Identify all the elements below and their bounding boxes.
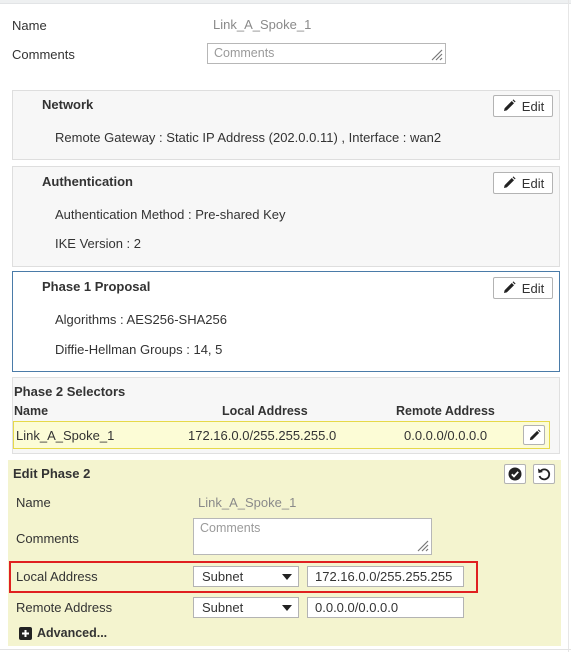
pencil-icon [503, 176, 516, 188]
network-edit-button[interactable]: Edit [493, 95, 553, 117]
undo-icon [538, 468, 551, 481]
chevron-down-icon [282, 574, 292, 580]
bottom-divider [0, 649, 571, 650]
pencil-icon [503, 281, 516, 293]
dh-groups: Diffie-Hellman Groups : 14, 5 [55, 342, 223, 357]
remote-address-type-select[interactable]: Subnet [193, 597, 299, 618]
algorithms: Algorithms : AES256-SHA256 [55, 312, 227, 327]
network-edit-label: Edit [521, 98, 545, 114]
phase2-selectors-title: Phase 2 Selectors [14, 384, 126, 399]
network-panel: Network Edit Remote Gateway : Static IP … [12, 90, 560, 160]
network-title: Network [42, 97, 94, 112]
remote-address-type-value: Subnet [202, 600, 244, 615]
phase1-edit-button[interactable]: Edit [493, 277, 553, 299]
network-detail: Remote Gateway : Static IP Address (202.… [55, 130, 442, 145]
name-label: Name [12, 18, 47, 33]
pencil-icon [529, 428, 541, 440]
ike-version: IKE Version : 2 [55, 236, 141, 251]
phase1-panel: Phase 1 Proposal Edit Algorithms : AES25… [12, 271, 560, 372]
local-address-label: Local Address [16, 569, 98, 584]
local-address-input[interactable]: 172.16.0.0/255.255.255 [307, 566, 464, 587]
check-circle-icon [508, 467, 522, 481]
phase1-edit-label: Edit [521, 280, 545, 296]
phase2-comments-placeholder: Comments [200, 521, 261, 535]
comments-label: Comments [12, 47, 75, 62]
resize-grip-icon[interactable] [429, 47, 443, 61]
authentication-edit-label: Edit [521, 175, 545, 191]
plus-square-icon [19, 626, 32, 640]
advanced-toggle[interactable]: Advanced... [19, 626, 107, 640]
revert-button[interactable] [533, 464, 555, 484]
phase2-comments-label: Comments [16, 531, 79, 546]
right-border [568, 0, 569, 652]
comments-placeholder: Comments [214, 46, 275, 60]
comments-field[interactable]: Comments [207, 43, 446, 64]
advanced-label: Advanced... [37, 626, 108, 640]
authentication-panel: Authentication Edit Authentication Metho… [12, 166, 560, 267]
confirm-button[interactable] [504, 464, 526, 484]
phase2-name-value: Link_A_Spoke_1 [198, 495, 297, 510]
remote-address-input[interactable]: 0.0.0.0/0.0.0.0 [307, 597, 464, 618]
table-row[interactable]: Link_A_Spoke_1 172.16.0.0/255.255.255.0 … [13, 421, 550, 449]
local-address-value: 172.16.0.0/255.255.255 [315, 569, 453, 584]
phase2-selectors-panel: Phase 2 Selectors Name Local Address Rem… [12, 377, 560, 454]
pencil-icon [503, 99, 516, 111]
edit-phase2-title: Edit Phase 2 [13, 466, 91, 481]
selector-local-address: 172.16.0.0/255.255.255.0 [188, 428, 337, 443]
auth-method: Authentication Method : Pre-shared Key [55, 207, 286, 222]
remote-address-value: 0.0.0.0/0.0.0.0 [315, 600, 399, 615]
phase1-title: Phase 1 Proposal [42, 279, 151, 294]
top-border [0, 0, 571, 4]
authentication-title: Authentication [42, 174, 133, 189]
remote-address-label: Remote Address [16, 600, 113, 615]
authentication-edit-button[interactable]: Edit [493, 172, 553, 194]
phase2-comments-field[interactable]: Comments [193, 518, 432, 555]
selector-name: Link_A_Spoke_1 [16, 428, 115, 443]
column-header-local-address: Local Address [222, 404, 308, 418]
local-address-type-select[interactable]: Subnet [193, 566, 299, 587]
edit-phase2-panel: Edit Phase 2 Name Link_A_Spoke_1 Comment… [8, 460, 561, 646]
selector-edit-button[interactable] [523, 425, 545, 445]
phase2-name-label: Name [16, 495, 51, 510]
chevron-down-icon [282, 605, 292, 611]
resize-grip-icon[interactable] [415, 538, 429, 552]
name-value: Link_A_Spoke_1 [213, 17, 312, 32]
local-address-type-value: Subnet [202, 569, 244, 584]
selector-remote-address: 0.0.0.0/0.0.0.0 [404, 428, 488, 443]
column-header-name: Name [14, 404, 49, 418]
column-header-remote-address: Remote Address [396, 404, 495, 418]
